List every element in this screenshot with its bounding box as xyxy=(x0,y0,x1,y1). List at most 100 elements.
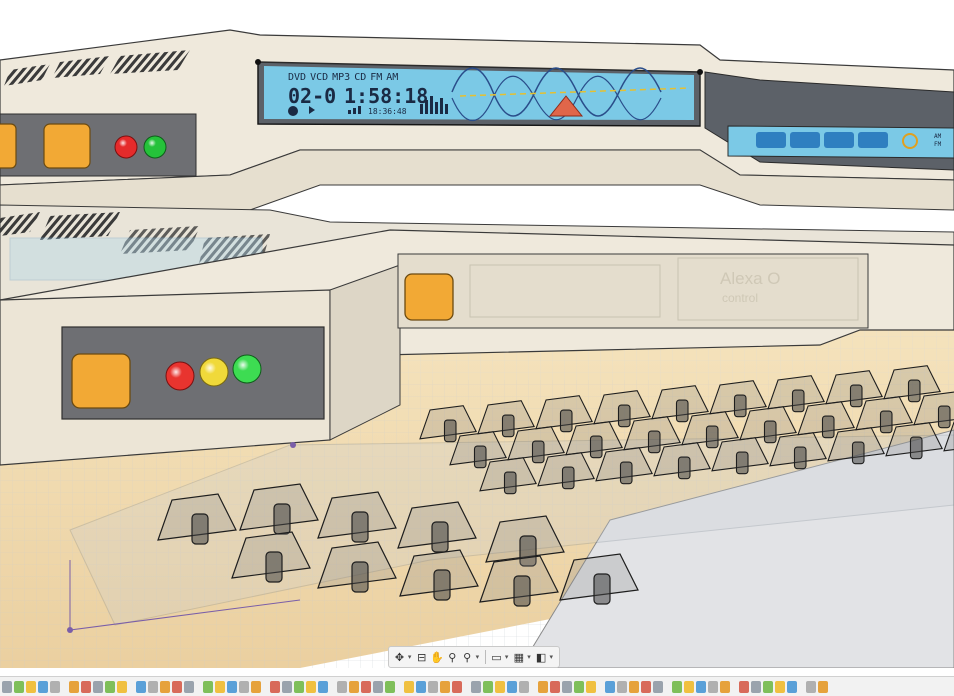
right-segment-3 xyxy=(824,132,854,148)
timeline-feature-icon[interactable] xyxy=(227,680,237,693)
timeline-feature-icon[interactable] xyxy=(294,680,304,693)
timeline-feature-icon[interactable] xyxy=(184,680,194,693)
keycap-stem xyxy=(849,384,863,408)
display-dropdown[interactable]: ▾ xyxy=(505,653,511,661)
timeline-feature-icon[interactable] xyxy=(739,680,749,693)
timeline-feature-icon[interactable] xyxy=(349,680,359,693)
timeline-feature-icon[interactable] xyxy=(81,680,91,693)
timeline-feature-icon[interactable] xyxy=(38,680,48,693)
fit-icon[interactable]: ⚲ xyxy=(461,650,474,664)
viewports-dropdown[interactable]: ▾ xyxy=(550,653,556,661)
lcd-mode-vcd: VCD xyxy=(310,72,328,83)
grid-settings-icon[interactable]: ▦ xyxy=(512,650,525,664)
grid-dropdown[interactable]: ▾ xyxy=(527,653,533,661)
orbit-dropdown[interactable]: ▾ xyxy=(408,653,414,661)
right-label-fm: FM xyxy=(934,141,942,148)
timeline-feature-icon[interactable] xyxy=(550,680,560,693)
timeline-feature-icon[interactable] xyxy=(416,680,426,693)
timeline-feature-icon[interactable] xyxy=(617,680,627,693)
timeline-feature-icon[interactable] xyxy=(136,680,146,693)
timeline-feature-icon[interactable] xyxy=(14,680,24,693)
timeline-feature-icon[interactable] xyxy=(751,680,761,693)
timeline-feature-icon[interactable] xyxy=(641,680,651,693)
timeline-feature-icon[interactable] xyxy=(385,680,395,693)
lcd-mode-labels: DVD VCD MP3 CD FM AM xyxy=(288,72,398,83)
disc-icon xyxy=(288,106,298,116)
timeline-feature-icon[interactable] xyxy=(538,680,548,693)
right-label-am: AM xyxy=(934,133,942,140)
right-segment-4 xyxy=(858,132,888,148)
lcd-time: 1:58:18 xyxy=(344,84,428,108)
timeline-feature-icon[interactable] xyxy=(440,680,450,693)
timeline-feature-icon[interactable] xyxy=(605,680,615,693)
timeline-feature-icon[interactable] xyxy=(282,680,292,693)
timeline-feature-icon[interactable] xyxy=(708,680,718,693)
timeline-feature-icon[interactable] xyxy=(696,680,706,693)
3d-viewport[interactable]: DVD VCD MP3 CD FM AM 02-0 1:58:18 18:36:48 AM… xyxy=(0,0,954,668)
keycap-stem xyxy=(503,471,517,495)
timeline-feature-icon[interactable] xyxy=(318,680,328,693)
lcd-mode-mp3: MP3 xyxy=(332,72,350,83)
look-at-icon[interactable]: ⊟ xyxy=(415,650,428,664)
keycap-stem xyxy=(589,435,603,459)
zoom-icon[interactable]: ⚲ xyxy=(446,650,459,664)
timeline-feature-icon[interactable] xyxy=(672,680,682,693)
timeline-feature-icon[interactable] xyxy=(361,680,371,693)
timeline-feature-icon[interactable] xyxy=(373,680,383,693)
timeline-feature-icon[interactable] xyxy=(270,680,280,693)
keycap-stem xyxy=(531,440,545,464)
timeline-feature-icon[interactable] xyxy=(160,680,170,693)
timeline-feature-icon[interactable] xyxy=(148,680,158,693)
pan-icon[interactable]: ✋ xyxy=(430,650,444,664)
timeline-feature-icon[interactable] xyxy=(2,680,12,693)
timeline-feature-icon[interactable] xyxy=(507,680,517,693)
timeline-feature-icon[interactable] xyxy=(306,680,316,693)
lcd-mode-fm: FM xyxy=(370,72,382,83)
timeline-feature-icon[interactable] xyxy=(653,680,663,693)
timeline-feature-icon[interactable] xyxy=(105,680,115,693)
keycap-stem xyxy=(431,521,449,553)
timeline-feature-icon[interactable] xyxy=(519,680,529,693)
timeline-feature-icon[interactable] xyxy=(404,680,414,693)
timeline-feature-icon[interactable] xyxy=(203,680,213,693)
viewports-icon[interactable]: ◧ xyxy=(535,650,548,664)
timeline-feature-icon[interactable] xyxy=(471,680,481,693)
lower-orange-button-top xyxy=(404,273,454,321)
timeline-feature-icon[interactable] xyxy=(763,680,773,693)
timeline-feature-icon[interactable] xyxy=(806,680,816,693)
keycap-stem xyxy=(763,420,777,444)
lcd-mode-cd: CD xyxy=(354,72,366,83)
timeline-feature-icon[interactable] xyxy=(69,680,79,693)
timeline-feature-icon[interactable] xyxy=(720,680,730,693)
timeline-feature-icon[interactable] xyxy=(337,680,347,693)
timeline-feature-icon[interactable] xyxy=(452,680,462,693)
timeline-feature-icon[interactable] xyxy=(93,680,103,693)
timeline-feature-icon[interactable] xyxy=(50,680,60,693)
timeline-feature-icon[interactable] xyxy=(215,680,225,693)
right-segment-1 xyxy=(756,132,786,148)
keycap-stem xyxy=(793,446,807,470)
timeline-feature-icon[interactable] xyxy=(172,680,182,693)
timeline-feature-icon[interactable] xyxy=(684,680,694,693)
keycap-stem xyxy=(733,394,747,418)
display-settings-icon[interactable]: ▭ xyxy=(490,650,503,664)
timeline-feature-icon[interactable] xyxy=(574,680,584,693)
timeline-feature-icon[interactable] xyxy=(117,680,127,693)
timeline-feature-icon[interactable] xyxy=(818,680,828,693)
timeline-feature-icon[interactable] xyxy=(562,680,572,693)
timeline-feature-icon[interactable] xyxy=(251,680,261,693)
timeline-feature-icon[interactable] xyxy=(428,680,438,693)
lcd-sub-time: 18:36:48 xyxy=(368,107,407,116)
timeline-feature-icon[interactable] xyxy=(629,680,639,693)
timeline-feature-icon[interactable] xyxy=(26,680,36,693)
timeline-feature-icon[interactable] xyxy=(239,680,249,693)
keycap-stem xyxy=(791,389,805,413)
timeline-feature-icon[interactable] xyxy=(483,680,493,693)
orbit-icon[interactable]: ✥ xyxy=(393,650,406,664)
timeline-feature-icon[interactable] xyxy=(586,680,596,693)
timeline-feature-icon[interactable] xyxy=(495,680,505,693)
timeline-feature-icon[interactable] xyxy=(787,680,797,693)
timeline-feature-icon[interactable] xyxy=(775,680,785,693)
keycap-stem xyxy=(675,399,689,423)
fit-dropdown[interactable]: ▾ xyxy=(476,653,482,661)
